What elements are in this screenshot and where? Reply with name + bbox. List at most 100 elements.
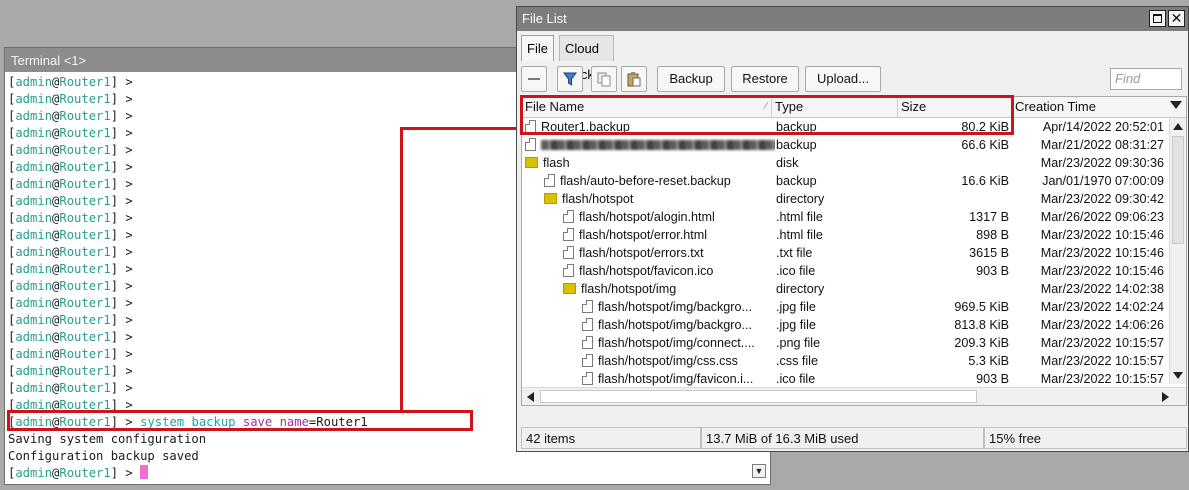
file-icon xyxy=(582,300,593,313)
cell-size: 66.6 KiB xyxy=(961,138,1009,152)
table-row[interactable]: flash/hotspot directory Mar/23/2022 09:30:… xyxy=(522,190,1168,208)
backup-button[interactable]: Backup xyxy=(657,66,725,92)
connector-line-horizontal xyxy=(400,127,520,130)
arrow-down-icon[interactable]: ▼ xyxy=(752,464,766,478)
cell-creation-time: Mar/23/2022 10:15:46 xyxy=(1040,264,1164,278)
file-icon xyxy=(525,138,536,151)
file-rows: Router1.backup backup 80.2 KiB Apr/14/2022 … xyxy=(522,118,1168,405)
cell-type: .jpg file xyxy=(776,318,816,332)
cell-type: disk xyxy=(776,156,799,170)
scroll-right-icon[interactable] xyxy=(1162,392,1169,402)
cell-file-name: flash/hotspot/favicon.ico xyxy=(522,262,813,280)
table-row[interactable]: flash/hotspot/favicon.ico .ico file 903 B M… xyxy=(522,262,1168,280)
horizontal-scrollbar[interactable] xyxy=(522,387,1186,405)
cell-creation-time: Mar/21/2022 08:31:27 xyxy=(1040,138,1164,152)
maximize-icon[interactable] xyxy=(1149,10,1166,27)
column-header-size[interactable]: Size xyxy=(898,97,1012,117)
vertical-scrollbar[interactable] xyxy=(1169,118,1186,384)
table-row[interactable]: flash/hotspot/img/backgro... .jpg file 969… xyxy=(522,298,1168,316)
toolbar: Backup Restore Upload... Find xyxy=(521,66,1184,94)
cell-size: 3615 B xyxy=(969,246,1009,260)
cell-file-name: flash/hotspot xyxy=(522,190,794,208)
horizontal-scroll-thumb[interactable] xyxy=(540,390,977,403)
restore-button[interactable]: Restore xyxy=(731,66,799,92)
column-header-creation-time[interactable]: Creation Time xyxy=(1012,97,1166,117)
file-list-window[interactable]: File List ✕ File Cloud Backup Backup Res… xyxy=(516,6,1189,452)
file-icon xyxy=(582,318,593,331)
cell-type: .html file xyxy=(776,228,823,242)
cell-size: 16.6 KiB xyxy=(961,174,1009,188)
cell-creation-time: Mar/23/2022 10:15:46 xyxy=(1040,228,1164,242)
table-row[interactable]: flash disk Mar/23/2022 09:30:36 xyxy=(522,154,1168,172)
cell-size: 813.8 KiB xyxy=(954,318,1009,332)
status-bar: 42 items 13.7 MiB of 16.3 MiB used 15% f… xyxy=(521,427,1187,449)
filter-icon[interactable] xyxy=(557,66,583,92)
table-row[interactable]: flash/hotspot/img/backgro... .jpg file 813… xyxy=(522,316,1168,334)
column-header-type[interactable]: Type xyxy=(772,97,898,117)
file-icon xyxy=(563,264,574,277)
cell-size: 1317 B xyxy=(969,210,1009,224)
folder-icon xyxy=(563,283,576,294)
cell-type: .css file xyxy=(776,354,818,368)
copy-icon[interactable] xyxy=(591,66,617,92)
cell-creation-time: Mar/23/2022 14:06:26 xyxy=(1040,318,1164,332)
table-row[interactable]: flash/hotspot/img/css.css .css file 5.3 Ki… xyxy=(522,352,1168,370)
file-icon xyxy=(544,174,555,187)
file-icon xyxy=(582,372,593,385)
cell-type: backup xyxy=(776,120,817,134)
upload-button[interactable]: Upload... xyxy=(805,66,881,92)
column-menu-icon[interactable] xyxy=(1170,101,1182,109)
tab-cloud-backup[interactable]: Cloud Backup xyxy=(559,35,615,82)
cell-creation-time: Mar/23/2022 10:15:57 xyxy=(1040,372,1164,386)
cell-creation-time: Mar/23/2022 10:15:57 xyxy=(1040,336,1164,350)
cell-creation-time: Mar/23/2022 10:15:46 xyxy=(1040,246,1164,260)
folder-icon xyxy=(544,193,557,204)
table-row[interactable]: flash/hotspot/img/favicon.i... .ico file 9… xyxy=(522,370,1168,388)
sort-icon: ⁄ xyxy=(765,101,767,112)
cell-file-name: flash xyxy=(522,154,775,172)
scroll-thumb[interactable] xyxy=(1172,136,1184,244)
table-row[interactable]: flash/hotspot/errors.txt .txt file 3615 B M… xyxy=(522,244,1168,262)
file-icon xyxy=(563,228,574,241)
table-row[interactable]: flash/hotspot/img directory Mar/23/2022 14… xyxy=(522,280,1168,298)
table-row[interactable]: flash/hotspot/alogin.html .html file 1317 … xyxy=(522,208,1168,226)
table-row[interactable]: flash/auto-before-reset.backup backup 16.6… xyxy=(522,172,1168,190)
cell-type: directory xyxy=(776,192,825,206)
cell-creation-time: Mar/26/2022 09:06:23 xyxy=(1040,210,1164,224)
cell-file-name: flash/hotspot/alogin.html xyxy=(522,208,813,226)
cell-file-name: Router1.backup xyxy=(522,118,775,136)
table-row[interactable]: flash/hotspot/img/connect.... .png file 20… xyxy=(522,334,1168,352)
cell-creation-time: Mar/23/2022 09:30:36 xyxy=(1040,156,1164,170)
paste-icon[interactable] xyxy=(621,66,647,92)
remove-icon[interactable] xyxy=(521,66,547,92)
close-icon[interactable]: ✕ xyxy=(1168,10,1185,27)
tab-file[interactable]: File xyxy=(521,35,554,61)
table-row[interactable]: Router1.backup backup 80.2 KiB Apr/14/2022 … xyxy=(522,118,1168,136)
cell-size xyxy=(900,190,1009,208)
file-icon xyxy=(582,336,593,349)
file-table[interactable]: File Name ⁄ Type Size Creation Time Rout… xyxy=(521,96,1187,406)
scroll-up-icon[interactable] xyxy=(1173,123,1183,130)
cell-size xyxy=(900,154,1009,172)
cell-file-name: flash/hotspot/error.html xyxy=(522,226,813,244)
column-header-file-name[interactable]: File Name ⁄ xyxy=(522,97,772,117)
terminal-cursor[interactable] xyxy=(140,465,149,479)
cell-file-name: flash/hotspot/img xyxy=(522,280,813,298)
find-input[interactable]: Find xyxy=(1110,68,1182,90)
cell-size: 209.3 KiB xyxy=(954,336,1009,350)
cell-type: .ico file xyxy=(776,372,816,386)
cell-creation-time: Jan/01/1970 07:00:09 xyxy=(1042,174,1164,188)
table-row[interactable]: backup 66.6 KiB Mar/21/2022 08:31:27 xyxy=(522,136,1168,154)
cell-size: 969.5 KiB xyxy=(954,300,1009,314)
scroll-down-icon[interactable] xyxy=(1173,372,1183,379)
cell-file-name xyxy=(522,136,775,154)
cell-type: .txt file xyxy=(776,246,813,260)
scroll-left-icon[interactable] xyxy=(527,392,534,402)
cell-creation-time: Mar/23/2022 09:30:42 xyxy=(1040,192,1164,206)
cell-creation-time: Mar/23/2022 10:15:57 xyxy=(1040,354,1164,368)
table-row[interactable]: flash/hotspot/error.html .html file 898 B M… xyxy=(522,226,1168,244)
connector-line-vertical xyxy=(400,127,403,411)
folder-icon xyxy=(525,157,538,168)
table-header: File Name ⁄ Type Size Creation Time xyxy=(522,97,1186,118)
status-free: 15% free xyxy=(984,427,1187,449)
